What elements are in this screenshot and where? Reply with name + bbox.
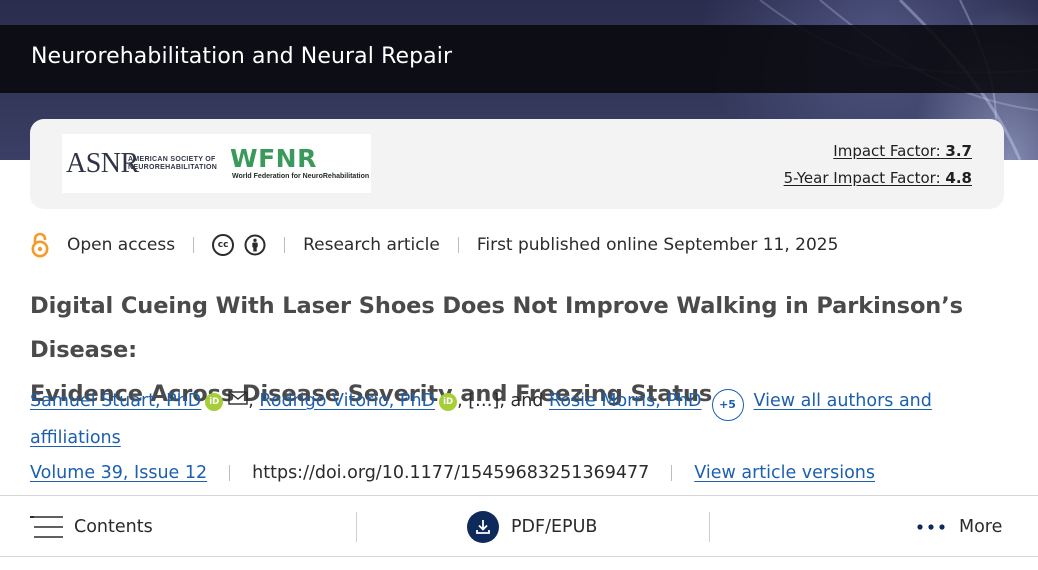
more-button[interactable]: More bbox=[916, 496, 1002, 558]
society-logos[interactable]: ASNR AMERICAN SOCIETY OF NEUROREHABILITA… bbox=[62, 134, 371, 193]
article-meta-row: Open access cc Research article First pu… bbox=[30, 230, 1010, 260]
more-label: More bbox=[959, 517, 1003, 537]
toolbar-divider bbox=[356, 512, 357, 542]
author-list: Samuel Stuart, PhD iD, Rodrigo Vitorio, P… bbox=[30, 389, 932, 448]
orcid-icon[interactable]: iD bbox=[439, 393, 458, 411]
download-icon bbox=[467, 511, 499, 543]
toolbar-divider bbox=[709, 512, 710, 542]
article-type: Research article bbox=[303, 235, 440, 255]
five-year-impact-factor-value: 4.8 bbox=[945, 169, 972, 187]
divider bbox=[193, 237, 195, 253]
more-icon bbox=[917, 524, 945, 530]
orcid-icon[interactable]: iD bbox=[205, 393, 224, 411]
mail-icon[interactable] bbox=[228, 391, 248, 405]
divider bbox=[457, 237, 459, 253]
more-authors-badge[interactable]: +5 bbox=[711, 389, 744, 421]
divider bbox=[671, 465, 673, 481]
view-all-authors-link[interactable]: View all authors and bbox=[754, 391, 932, 411]
pdf-epub-label: PDF/EPUB bbox=[511, 517, 598, 537]
open-access-icon bbox=[31, 232, 49, 258]
article-toolbar: Contents PDF/EPUB More bbox=[0, 495, 1038, 557]
open-access-label: Open access bbox=[67, 235, 176, 255]
wfnr-logo-subtitle: World Federation for NeuroRehabilitation bbox=[232, 173, 370, 180]
impact-factor-link[interactable]: Impact Factor: 3.7 bbox=[833, 142, 972, 160]
divider bbox=[284, 237, 286, 253]
pdf-epub-button[interactable]: PDF/EPUB bbox=[467, 496, 597, 558]
author-link[interactable]: Rosie Morris, PhD bbox=[549, 391, 702, 411]
author-ellipsis[interactable]: , […], and bbox=[457, 391, 543, 411]
asnr-logo-subtitle: AMERICAN SOCIETY OF NEUROREHABILITATION bbox=[128, 156, 218, 171]
menu-icon bbox=[30, 516, 63, 538]
cc-by-icon[interactable] bbox=[244, 234, 266, 256]
journal-title[interactable]: Neurorehabilitation and Neural Repair bbox=[31, 44, 452, 69]
impact-factor-value: 3.7 bbox=[945, 142, 972, 160]
doi-text[interactable]: https://doi.org/10.1177/1545968325136947… bbox=[252, 463, 649, 483]
volume-issue-link[interactable]: Volume 39, Issue 12 bbox=[30, 463, 207, 483]
view-versions-link[interactable]: View article versions bbox=[694, 463, 875, 483]
wfnr-logo: WFNR bbox=[230, 144, 317, 173]
author-link[interactable]: Samuel Stuart, PhD bbox=[30, 391, 201, 411]
issue-row: Volume 39, Issue 12 https://doi.org/10.1… bbox=[30, 458, 1010, 488]
publication-date: First published online September 11, 202… bbox=[476, 235, 839, 255]
cc-icon[interactable]: cc bbox=[212, 234, 235, 256]
contents-button[interactable]: Contents bbox=[30, 496, 153, 558]
contents-label: Contents bbox=[74, 517, 153, 537]
five-year-impact-factor-link[interactable]: 5-Year Impact Factor: 4.8 bbox=[784, 169, 972, 187]
divider bbox=[229, 465, 231, 481]
view-all-authors-link-cont[interactable]: affiliations bbox=[30, 428, 121, 448]
author-link[interactable]: Rodrigo Vitorio, PhD bbox=[259, 391, 435, 411]
